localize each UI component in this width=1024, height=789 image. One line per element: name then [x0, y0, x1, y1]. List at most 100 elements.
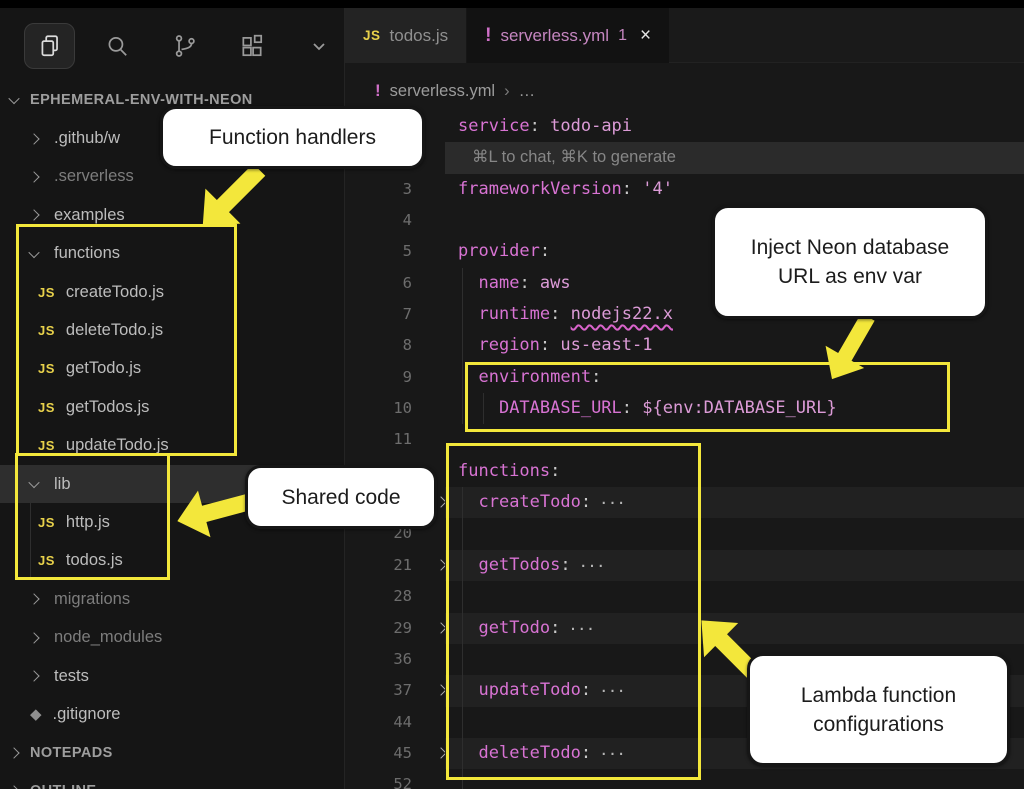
code-token: : — [540, 241, 550, 261]
ai-hint-label: ⌘L to chat, ⌘K to generate — [458, 148, 676, 166]
code-text: service: todo-api — [445, 111, 1024, 142]
item-label: OUTLINE — [30, 783, 96, 789]
code-token: runtime — [478, 304, 550, 324]
line-number: 9 — [345, 362, 445, 393]
chevron-right-icon[interactable] — [8, 747, 19, 758]
yaml-file-icon: ! — [375, 81, 381, 101]
line-number: 6 — [345, 268, 445, 299]
line-number: 44 — [345, 707, 445, 738]
sidebar-item-tests[interactable]: tests — [0, 657, 345, 695]
breadcrumb-separator-icon: › — [504, 82, 510, 101]
sidebar-item-outline[interactable]: OUTLINE — [0, 772, 345, 789]
code-line-3[interactable]: 3frameworkVersion: '4' — [345, 174, 1024, 205]
chevron-right-icon[interactable] — [28, 670, 39, 681]
close-icon[interactable]: × — [640, 25, 651, 47]
callout-text: URL as env var — [778, 262, 922, 291]
line-number: 45 — [345, 738, 445, 769]
line-number: 21 — [345, 550, 445, 581]
tab-label: serverless.yml — [500, 26, 609, 46]
search-icon[interactable] — [91, 23, 142, 69]
line-number: 52 — [345, 769, 445, 789]
code-text: frameworkVersion: '4' — [445, 174, 1024, 205]
explorer-files-icon[interactable] — [24, 23, 75, 69]
window-top-strip — [0, 0, 1024, 8]
chevron-right-icon[interactable] — [28, 210, 39, 221]
chevron-down-icon[interactable] — [294, 23, 345, 69]
chevron-down-icon[interactable] — [8, 93, 19, 104]
ai-hint-line: ⌘L to chat, ⌘K to generate — [345, 142, 1024, 173]
code-text: region: us-east-1 — [445, 330, 1024, 361]
sidebar-item-migrations[interactable]: migrations — [0, 580, 345, 618]
callout-lambda-config: Lambda function configurations — [747, 653, 1010, 766]
breadcrumb[interactable]: ! serverless.yml › … — [345, 64, 1024, 118]
breadcrumb-more: … — [519, 82, 536, 101]
indent-guide — [462, 268, 463, 299]
code-token: aws — [540, 273, 571, 293]
item-label: .serverless — [54, 167, 134, 186]
callout-text: Shared code — [281, 483, 400, 512]
line-number: 36 — [345, 644, 445, 675]
callout-text: Inject Neon database — [751, 233, 949, 262]
chevron-right-icon[interactable] — [8, 786, 19, 789]
code-token: todo-api — [550, 116, 632, 136]
code-token: region — [478, 335, 539, 355]
chevron-right-icon[interactable] — [28, 171, 39, 182]
git-file-icon: ◆ — [30, 705, 42, 723]
code-token: : — [622, 179, 642, 199]
code-token: '4' — [642, 179, 673, 199]
tab-label: todos.js — [390, 26, 449, 46]
problem-count-badge: 1 — [618, 27, 627, 45]
line-number: 5 — [345, 236, 445, 267]
highlight-box-functions-folder — [16, 224, 237, 456]
code-token: service — [458, 116, 530, 136]
callout-function-handlers: Function handlers — [160, 106, 425, 169]
highlight-box-environment — [465, 362, 950, 432]
indent-guide — [462, 299, 463, 330]
chevron-right-icon[interactable] — [28, 632, 39, 643]
item-label: node_modules — [54, 628, 162, 647]
yaml-file-icon: ! — [485, 25, 491, 47]
item-label: .github/w — [54, 129, 120, 148]
chevron-right-icon[interactable] — [28, 594, 39, 605]
callout-text: configurations — [813, 710, 944, 739]
line-number: 11 — [345, 424, 445, 455]
code-token: : — [519, 273, 539, 293]
code-token: provider — [458, 241, 540, 261]
code-token: : — [540, 335, 560, 355]
callout-shared-code: Shared code — [245, 465, 437, 529]
sidebar-item-notepads[interactable]: NOTEPADS — [0, 734, 345, 772]
chevron-right-icon[interactable] — [28, 133, 39, 144]
line-number: 7 — [345, 299, 445, 330]
code-token: : — [550, 304, 570, 324]
highlight-box-functions-config — [446, 443, 701, 780]
code-line-8[interactable]: 8 region: us-east-1 — [345, 330, 1024, 361]
item-label: .gitignore — [53, 705, 121, 724]
vscode-window: EPHEMERAL-ENV-WITH-NEON.github/w.serverl… — [0, 0, 1024, 789]
callout-text: Lambda function — [801, 681, 956, 710]
line-number: 37 — [345, 675, 445, 706]
item-label: examples — [54, 206, 125, 225]
source-control-icon[interactable] — [159, 23, 210, 69]
highlight-box-lib-folder — [15, 453, 170, 580]
item-label: migrations — [54, 590, 130, 609]
code-line-1[interactable]: 1service: todo-api — [345, 111, 1024, 142]
sidebar-item-node-modules[interactable]: node_modules — [0, 618, 345, 656]
code-token: name — [478, 273, 519, 293]
line-number: 10 — [345, 393, 445, 424]
line-number: 3 — [345, 174, 445, 205]
line-number: 4 — [345, 205, 445, 236]
callout-inject-neon: Inject Neon database URL as env var — [712, 205, 988, 319]
line-number: 28 — [345, 581, 445, 612]
callout-text: Function handlers — [209, 123, 376, 152]
tab-serverless-yml[interactable]: ! serverless.yml 1 × — [467, 8, 669, 63]
item-label: NOTEPADS — [30, 745, 113, 761]
indent-guide — [462, 393, 463, 424]
tab-todos-js[interactable]: JS todos.js — [345, 8, 467, 63]
extensions-icon[interactable] — [226, 23, 277, 69]
ai-hint-text: ⌘L to chat, ⌘K to generate — [445, 142, 1024, 173]
item-label: tests — [54, 667, 89, 686]
breadcrumb-file: serverless.yml — [390, 82, 495, 101]
activity-bar — [0, 14, 345, 78]
line-number: 29 — [345, 613, 445, 644]
sidebar-item--gitignore[interactable]: ◆ .gitignore — [0, 695, 345, 733]
